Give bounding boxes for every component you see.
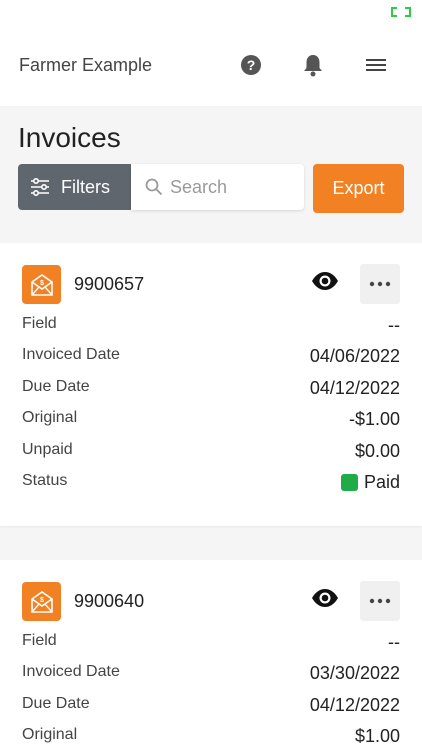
row-value: 03/30/2022 — [309, 663, 400, 683]
unpaid-row: Unpaid $0.00 — [22, 441, 400, 465]
view-eye-icon[interactable] — [311, 588, 339, 608]
invoice-card: $ 9900657 Field -- Invoiced Date 04/06/2… — [0, 243, 422, 526]
row-value: -- — [388, 315, 400, 335]
sliders-icon — [31, 178, 49, 196]
filters-label: Filters — [61, 176, 110, 197]
row-label: Due Date — [22, 378, 90, 395]
row-value: 04/06/2022 — [309, 346, 400, 366]
more-options-button[interactable] — [360, 581, 400, 621]
filters-button[interactable]: Filters — [18, 164, 131, 210]
row-label: Field — [22, 632, 57, 649]
more-dots-icon — [369, 281, 391, 287]
row-label: Invoiced Date — [22, 663, 120, 680]
view-eye-icon[interactable] — [311, 271, 339, 291]
original-row: Original $1.00 — [22, 726, 400, 750]
row-label: Unpaid — [22, 441, 73, 458]
export-label: Export — [332, 178, 385, 198]
row-value: 04/12/2022 — [309, 695, 400, 715]
search-field[interactable] — [131, 164, 304, 210]
status-paid-dot — [340, 474, 358, 491]
invoiced-date-row: Invoiced Date 03/30/2022 — [22, 663, 400, 687]
original-row: Original -$1.00 — [22, 409, 400, 433]
status-badge: Paid — [340, 472, 400, 493]
row-value: $0.00 — [354, 441, 400, 461]
row-label: Field — [22, 315, 57, 332]
invoice-card: $ 9900640 Field -- Invoiced Date 03/30/2… — [0, 560, 422, 750]
svg-text:?: ? — [247, 57, 256, 73]
page-title: Invoices — [18, 122, 121, 153]
field-row: Field -- — [22, 632, 400, 656]
status-text: Paid — [363, 472, 400, 492]
app-header: Farmer Example ? — [0, 0, 422, 106]
search-input[interactable] — [170, 176, 300, 198]
row-label: Due Date — [22, 695, 90, 712]
due-date-row: Due Date 04/12/2022 — [22, 695, 400, 719]
help-icon[interactable]: ? — [238, 52, 264, 78]
svg-text:$: $ — [40, 597, 44, 604]
status-row: Status Paid — [22, 472, 400, 496]
row-value: 04/12/2022 — [309, 378, 400, 398]
invoice-number: 9900640 — [74, 591, 145, 611]
row-label: Invoiced Date — [22, 346, 120, 363]
notifications-bell-icon[interactable] — [300, 52, 326, 78]
field-row: Field -- — [22, 315, 400, 339]
row-label: Original — [22, 409, 78, 426]
app-title: Farmer Example — [19, 55, 153, 75]
row-value: -- — [388, 632, 400, 652]
invoiced-date-row: Invoiced Date 04/06/2022 — [22, 346, 400, 370]
search-icon — [145, 178, 163, 196]
due-date-row: Due Date 04/12/2022 — [22, 378, 400, 402]
hamburger-menu-icon[interactable] — [363, 52, 389, 78]
more-dots-icon — [369, 598, 391, 604]
row-label: Status — [22, 472, 68, 489]
export-button[interactable]: Export — [313, 164, 404, 213]
invoice-envelope-icon: $ — [22, 582, 61, 621]
fullscreen-icon — [391, 7, 411, 17]
invoice-number: 9900657 — [74, 274, 145, 294]
invoice-envelope-icon: $ — [22, 265, 61, 304]
row-value: -$1.00 — [348, 409, 400, 429]
row-label: Original — [22, 726, 78, 743]
svg-text:$: $ — [40, 280, 44, 287]
row-value: $1.00 — [354, 726, 400, 746]
more-options-button[interactable] — [360, 264, 400, 304]
